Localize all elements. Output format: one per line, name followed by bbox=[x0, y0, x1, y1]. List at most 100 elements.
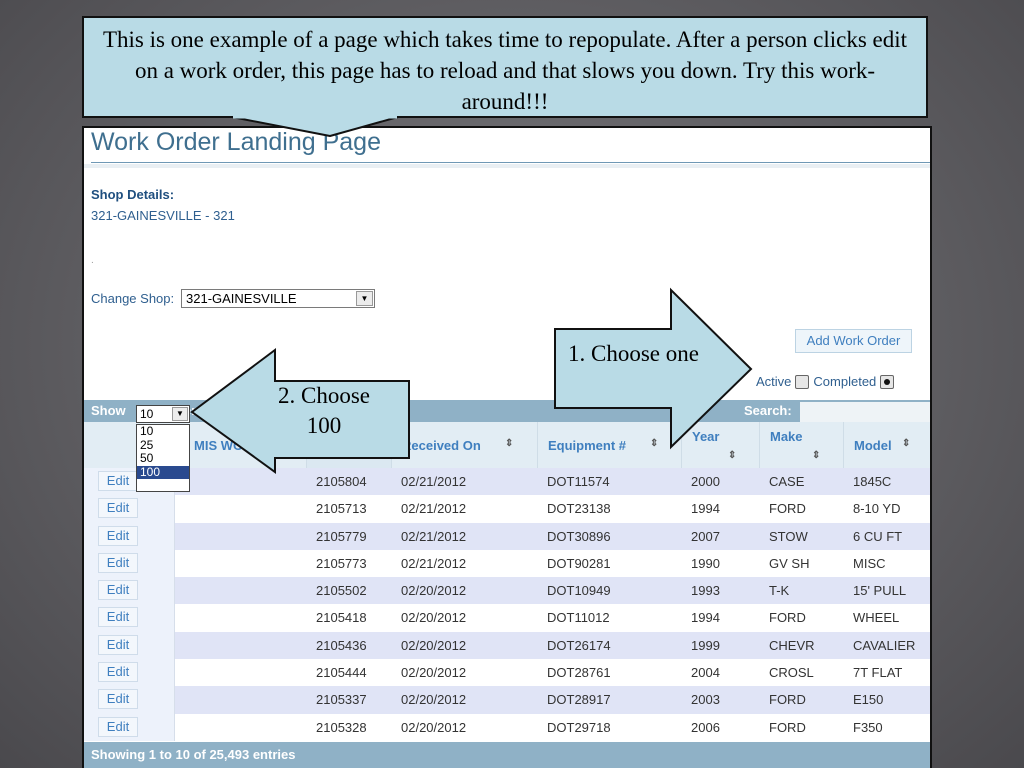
shop-details-label: Shop Details: bbox=[91, 187, 175, 202]
wo-cell: 2105804 bbox=[316, 474, 367, 489]
sort-icon: ⇕ bbox=[902, 438, 911, 449]
edit-button[interactable]: Edit bbox=[98, 662, 138, 683]
sort-icon: ⇕ bbox=[812, 450, 821, 461]
chevron-down-icon[interactable]: ▼ bbox=[172, 407, 188, 421]
page-length-option[interactable]: 50 bbox=[137, 451, 189, 466]
equipment-cell: DOT26174 bbox=[547, 637, 611, 653]
table-row: Edit 2105337 02/20/2012 DOT28917 2003 FO… bbox=[84, 686, 930, 714]
model-cell: 1845C bbox=[853, 474, 892, 489]
sort-icon: ⇕ bbox=[345, 448, 354, 459]
model-cell: CAVALIER bbox=[853, 637, 916, 653]
equipment-cell: DOT90281 bbox=[547, 555, 611, 571]
table-row: Edit 2105328 02/20/2012 DOT29718 2006 FO… bbox=[84, 713, 930, 741]
arrow-label-choose-one: 1. Choose one bbox=[568, 341, 699, 366]
make-cell: CASE bbox=[769, 474, 805, 489]
received-cell: 02/20/2012 bbox=[401, 610, 467, 626]
wo-cell: 2105436 bbox=[316, 637, 367, 653]
equipment-cell: DOT29718 bbox=[547, 719, 611, 735]
shop-details-value: 321-GAINESVILLE - 321 bbox=[91, 208, 235, 223]
received-cell: 02/20/2012 bbox=[401, 583, 467, 599]
edit-button[interactable]: Edit bbox=[98, 552, 138, 573]
column-header-model[interactable]: Model ⇕ bbox=[843, 422, 930, 468]
sort-icon: ⇕ bbox=[728, 450, 737, 461]
edit-button[interactable]: Edit bbox=[98, 607, 138, 628]
make-cell: CHEVR bbox=[769, 637, 815, 653]
change-shop-select[interactable]: 321-GAINESVILLE ▼ bbox=[181, 289, 375, 308]
column-header-equipment[interactable]: Equipment # ⇕ bbox=[537, 422, 681, 468]
table-row: Edit 2105444 02/20/2012 DOT28761 2004 CR… bbox=[84, 659, 930, 687]
change-shop-label: Change Shop: bbox=[91, 291, 175, 306]
wo-cell: 2105713 bbox=[316, 501, 367, 517]
edit-button[interactable]: Edit bbox=[98, 689, 138, 710]
equipment-cell: DOT11012 bbox=[547, 610, 610, 626]
search-input[interactable] bbox=[800, 402, 930, 422]
model-cell: WHEEL bbox=[853, 610, 900, 626]
edit-button[interactable]: Edit bbox=[98, 580, 138, 601]
edit-button[interactable]: Edit bbox=[98, 471, 138, 491]
wo-cell: 2105418 bbox=[316, 610, 367, 626]
model-cell: E150 bbox=[853, 692, 884, 708]
year-cell: 2007 bbox=[691, 528, 720, 544]
make-cell: T-K bbox=[769, 583, 790, 599]
table-toolbar: Show entries Search: bbox=[84, 400, 930, 422]
model-cell: F350 bbox=[853, 719, 883, 735]
wo-cell: 2105444 bbox=[316, 665, 367, 681]
table-row: Edit 2105436 02/20/2012 DOT26174 1999 CH… bbox=[84, 631, 930, 660]
equipment-cell: DOT11574 bbox=[547, 474, 610, 489]
column-header-received-on[interactable]: Received On ⇕ bbox=[391, 422, 537, 468]
received-cell: 02/21/2012 bbox=[401, 501, 467, 517]
equipment-cell: DOT28761 bbox=[547, 665, 611, 681]
table-footer: Showing 1 to 10 of 25,493 entries bbox=[84, 742, 930, 768]
work-order-screen: Work Order Landing Page Shop Details: 32… bbox=[82, 126, 932, 768]
completed-radio[interactable] bbox=[880, 374, 895, 389]
page-length-option-selected[interactable]: 100 bbox=[137, 465, 189, 479]
table-row: Edit 2105418 02/20/2012 DOT11012 1994 FO… bbox=[84, 604, 930, 632]
table-header: MIS WO ⇕ Received On ⇕ Equipment # ⇕ Yea… bbox=[84, 422, 930, 469]
column-header-make[interactable]: Make ⇕ bbox=[759, 422, 843, 468]
active-radio[interactable] bbox=[795, 374, 810, 389]
page-length-select[interactable]: 10 ▼ bbox=[136, 405, 190, 423]
edit-button[interactable]: Edit bbox=[98, 525, 138, 546]
received-cell: 02/21/2012 bbox=[401, 555, 467, 571]
page-length-option[interactable]: 10 bbox=[137, 424, 189, 439]
column-header-year[interactable]: Year ⇕ bbox=[681, 422, 759, 468]
edit-button[interactable]: Edit bbox=[98, 634, 138, 655]
chevron-down-icon[interactable]: ▼ bbox=[356, 291, 373, 306]
wo-cell: 2105779 bbox=[316, 528, 367, 544]
model-cell: 7T FLAT bbox=[853, 665, 903, 681]
add-work-order-button[interactable]: Add Work Order bbox=[795, 329, 912, 353]
received-cell: 02/20/2012 bbox=[401, 719, 467, 735]
page-length-value: 10 bbox=[140, 407, 154, 421]
page-length-options: 10 25 50 100 bbox=[136, 424, 190, 492]
received-cell: 02/20/2012 bbox=[401, 637, 467, 653]
page-length-option[interactable]: 25 bbox=[137, 438, 189, 453]
change-shop-value: 321-GAINESVILLE bbox=[186, 291, 297, 306]
equipment-cell: DOT10949 bbox=[547, 583, 611, 599]
table-row: Edit 2105502 02/20/2012 DOT10949 1993 T-… bbox=[84, 577, 930, 605]
equipment-cell: DOT23138 bbox=[547, 501, 611, 517]
year-cell: 2003 bbox=[691, 692, 720, 708]
title-stripe bbox=[84, 164, 930, 168]
make-cell: CROSL bbox=[769, 665, 814, 681]
model-cell: MISC bbox=[853, 555, 886, 571]
arrow-label-choose-100: 2. Choose 100 bbox=[278, 383, 370, 438]
entries-summary: Showing 1 to 10 of 25,493 entries bbox=[91, 747, 296, 762]
show-label: Show bbox=[91, 403, 126, 418]
edit-button[interactable]: Edit bbox=[98, 498, 138, 519]
year-cell: 1990 bbox=[691, 555, 720, 571]
entries-label: entries bbox=[184, 403, 227, 418]
year-cell: 1993 bbox=[691, 583, 720, 599]
wo-cell: 2105328 bbox=[316, 719, 367, 735]
year-cell: 2000 bbox=[691, 474, 720, 489]
edit-button[interactable]: Edit bbox=[98, 716, 138, 737]
equipment-cell: DOT28917 bbox=[547, 692, 611, 708]
wo-cell: 2105502 bbox=[316, 583, 367, 599]
model-cell: 15' PULL bbox=[853, 583, 907, 599]
table-row: Edit 2105713 02/21/2012 DOT23138 1994 FO… bbox=[84, 495, 930, 523]
received-cell: 02/20/2012 bbox=[401, 665, 467, 681]
title-divider bbox=[91, 162, 930, 163]
table-row: Edit 2105779 02/21/2012 DOT30896 2007 ST… bbox=[84, 522, 930, 550]
stray-mark: . bbox=[91, 255, 94, 266]
make-cell: GV SH bbox=[769, 555, 810, 571]
year-cell: 1999 bbox=[691, 637, 720, 653]
